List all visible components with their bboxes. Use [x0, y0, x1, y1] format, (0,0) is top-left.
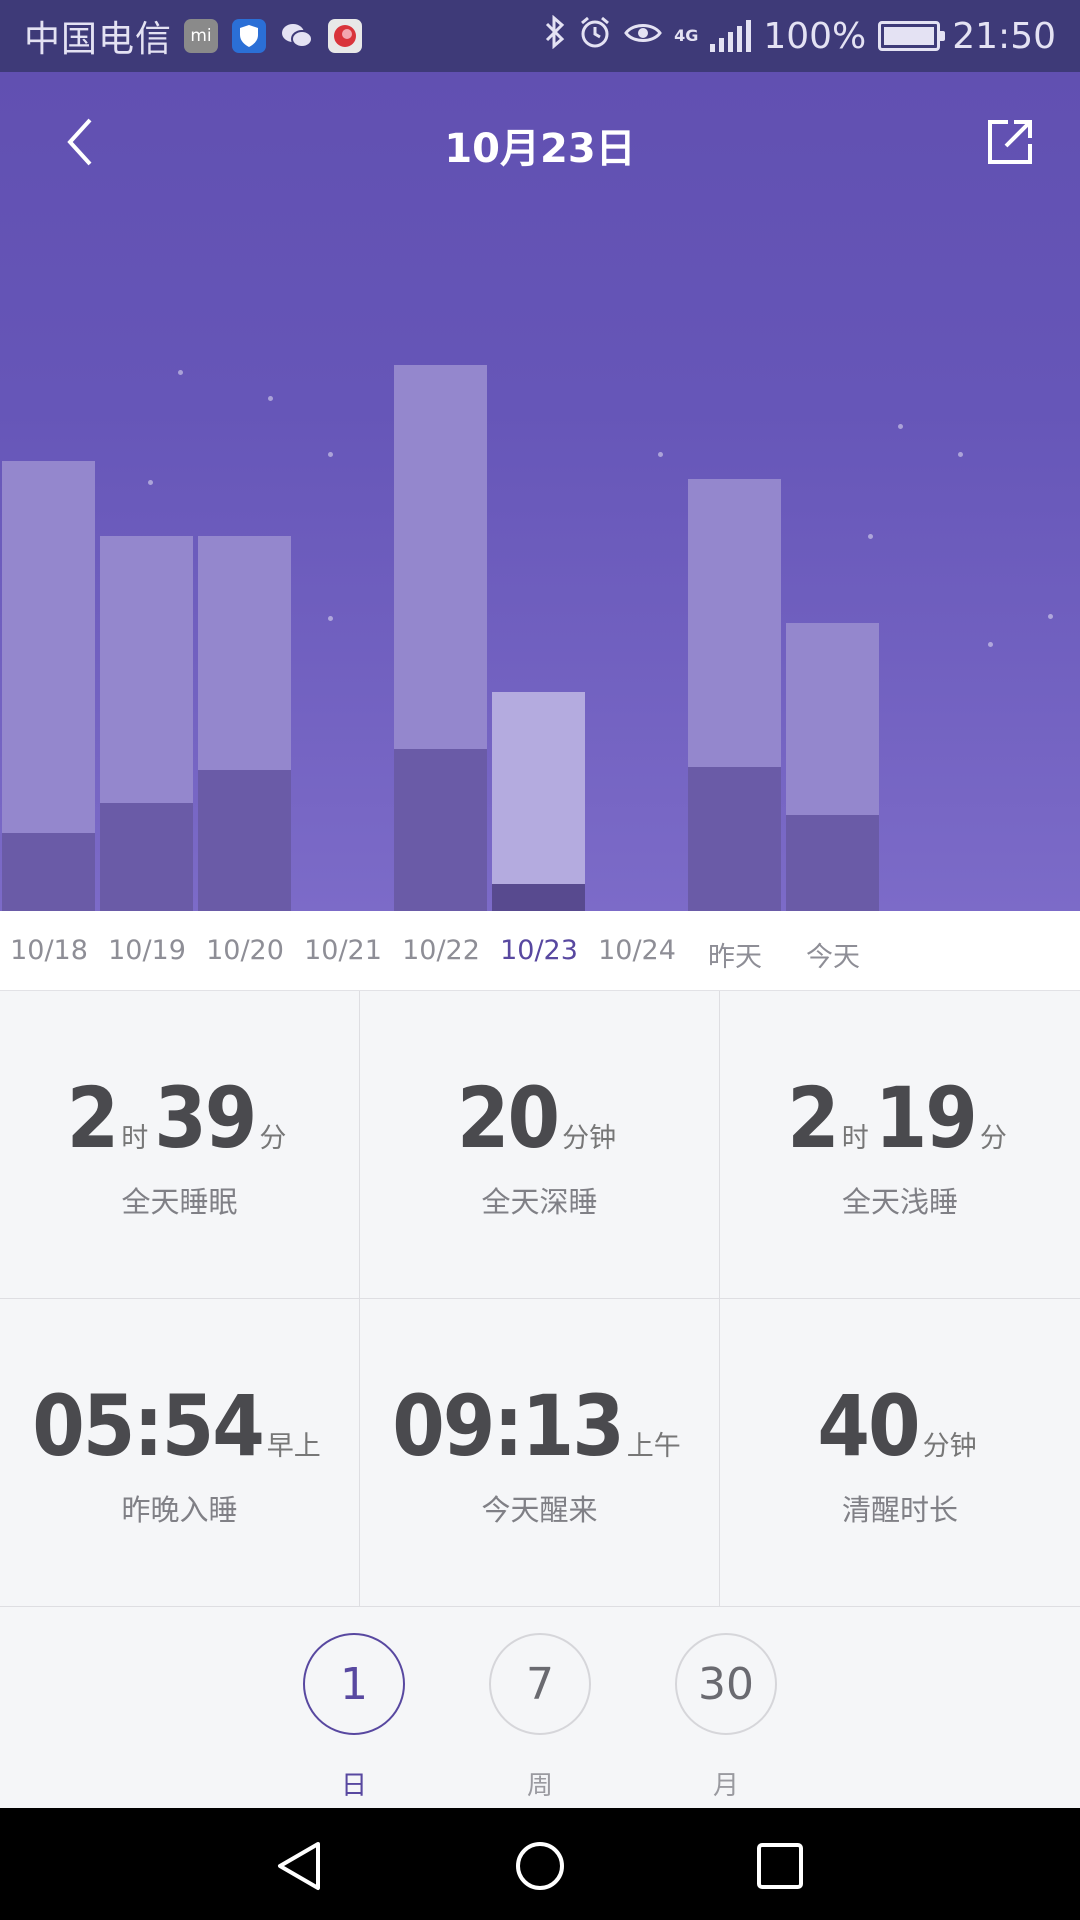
awake-unit: 分钟	[922, 1430, 977, 1462]
sleep-stats-grid: 2 时 39 分 全天睡眠 20 分钟 全天深睡 2 时 19 分 全天浅睡 0…	[0, 991, 1080, 1607]
awake-label: 清醒时长	[841, 1492, 958, 1527]
chart-bar-light-sleep	[786, 623, 879, 815]
light-minutes: 19	[874, 1068, 978, 1167]
total-minutes: 39	[154, 1068, 257, 1167]
nav-recents-icon[interactable]	[754, 1840, 806, 1892]
date-tick-label[interactable]: 10/21	[294, 935, 392, 966]
light-minute-unit: 分	[979, 1122, 1007, 1154]
awake-minutes: 40	[817, 1376, 920, 1475]
alarm-icon	[578, 15, 612, 58]
period-day-value[interactable]: 1	[303, 1633, 405, 1735]
bluetooth-icon	[544, 14, 566, 57]
period-month-value[interactable]: 30	[675, 1633, 777, 1735]
chart-bar-light-sleep	[688, 479, 781, 767]
period-week-value[interactable]: 7	[489, 1633, 591, 1735]
period-month-label: 月	[712, 1771, 739, 1801]
wechat-icon	[280, 19, 314, 53]
period-selector: 1 日 7 周 30 月	[0, 1607, 1080, 1808]
chart-bar-10/23[interactable]	[492, 692, 585, 911]
deep-label: 全天深睡	[481, 1184, 598, 1219]
wake-suffix: 上午	[626, 1430, 681, 1462]
battery-icon	[878, 21, 946, 51]
chart-bar-deep-sleep	[786, 815, 879, 911]
period-week-label: 周	[526, 1771, 553, 1801]
chart-bar-10/18[interactable]	[2, 461, 95, 911]
stat-deep-sleep: 20 分钟 全天深睡	[360, 991, 720, 1299]
chart-bar-10/22[interactable]	[394, 365, 487, 911]
stat-wake-time: 09:13 上午 今天醒来	[360, 1299, 720, 1607]
clock: 21:50	[952, 15, 1056, 57]
chart-bar-light-sleep	[2, 461, 95, 833]
date-tick-label[interactable]: 10/19	[98, 935, 196, 966]
date-tick-label[interactable]: 昨天	[686, 935, 784, 974]
total-label: 全天睡眠	[121, 1184, 238, 1219]
chart-bar-10/20[interactable]	[198, 536, 291, 911]
period-day-button[interactable]: 1 日	[302, 1633, 406, 1802]
date-tick-label[interactable]: 10/18	[0, 935, 98, 966]
chart-bar-昨天[interactable]	[688, 479, 781, 911]
nav-home-icon[interactable]	[514, 1840, 566, 1892]
date-axis: 10/18 10/19 10/20 10/21 10/22 10/23 10/24 昨天 今天	[0, 911, 1080, 991]
network-type: 4G	[674, 26, 699, 45]
chart-bar-light-sleep	[492, 692, 585, 884]
sleep-chart-panel: 10月23日	[0, 72, 1080, 911]
nav-back-icon[interactable]	[274, 1840, 326, 1892]
period-week-button[interactable]: 7 周	[488, 1633, 592, 1802]
status-bar: 中国电信 mi 4G 100% 21:50	[0, 0, 1080, 72]
date-tick-label[interactable]: 10/24	[588, 935, 686, 966]
period-day-label: 日	[340, 1771, 367, 1801]
bedtime-value: 05:54	[32, 1376, 265, 1475]
notification-icons: mi	[184, 19, 363, 53]
bedtime-suffix: 早上	[266, 1430, 321, 1462]
date-tick-label[interactable]: 10/22	[392, 935, 490, 966]
app-icon	[328, 19, 363, 53]
system-nav-bar	[0, 1808, 1080, 1920]
total-hours: 2	[66, 1068, 120, 1167]
stat-light-sleep: 2 时 19 分 全天浅睡	[720, 991, 1080, 1299]
signal-icon	[710, 20, 752, 52]
chart-bar-light-sleep	[394, 365, 487, 749]
eye-icon	[624, 16, 662, 57]
chart-bar-deep-sleep	[688, 767, 781, 911]
header-bar: 10月23日	[0, 72, 1080, 212]
chart-bar-deep-sleep	[100, 803, 193, 911]
chart-bar-deep-sleep	[198, 770, 291, 911]
stat-awake-duration: 40 分钟 清醒时长	[720, 1299, 1080, 1607]
bedtime-label: 昨晚入睡	[121, 1492, 238, 1527]
chart-bar-deep-sleep	[2, 833, 95, 911]
total-minute-unit: 分	[259, 1122, 287, 1154]
wake-label: 今天醒来	[481, 1492, 598, 1527]
deep-unit: 分钟	[562, 1122, 617, 1154]
page-title: 10月23日	[444, 126, 636, 172]
date-tick-label[interactable]: 10/20	[196, 935, 294, 966]
carrier-name: 中国电信	[24, 19, 173, 60]
period-month-button[interactable]: 30 月	[674, 1633, 778, 1802]
date-tick-label[interactable]: 今天	[784, 935, 882, 974]
wake-value: 09:13	[392, 1376, 625, 1475]
stat-total-sleep: 2 时 39 分 全天睡眠	[0, 991, 360, 1299]
light-label: 全天浅睡	[841, 1184, 958, 1219]
chart-bar-light-sleep	[198, 536, 291, 770]
shield-icon	[232, 19, 267, 53]
chart-bar-deep-sleep	[492, 884, 585, 911]
total-hour-unit: 时	[121, 1122, 149, 1154]
light-hours: 2	[787, 1068, 840, 1167]
chart-bar-deep-sleep	[394, 749, 487, 911]
light-hour-unit: 时	[841, 1122, 869, 1154]
chart-bar-今天[interactable]	[786, 623, 879, 911]
chart-bar-light-sleep	[100, 536, 193, 803]
mi-icon: mi	[184, 19, 219, 53]
share-icon[interactable]	[984, 116, 1036, 168]
battery-percent: 100%	[763, 15, 867, 57]
chart-bar-10/19[interactable]	[100, 536, 193, 911]
deep-minutes: 20	[456, 1068, 560, 1167]
date-tick-label[interactable]: 10/23	[490, 935, 588, 966]
stat-bedtime: 05:54 早上 昨晚入睡	[0, 1299, 360, 1607]
